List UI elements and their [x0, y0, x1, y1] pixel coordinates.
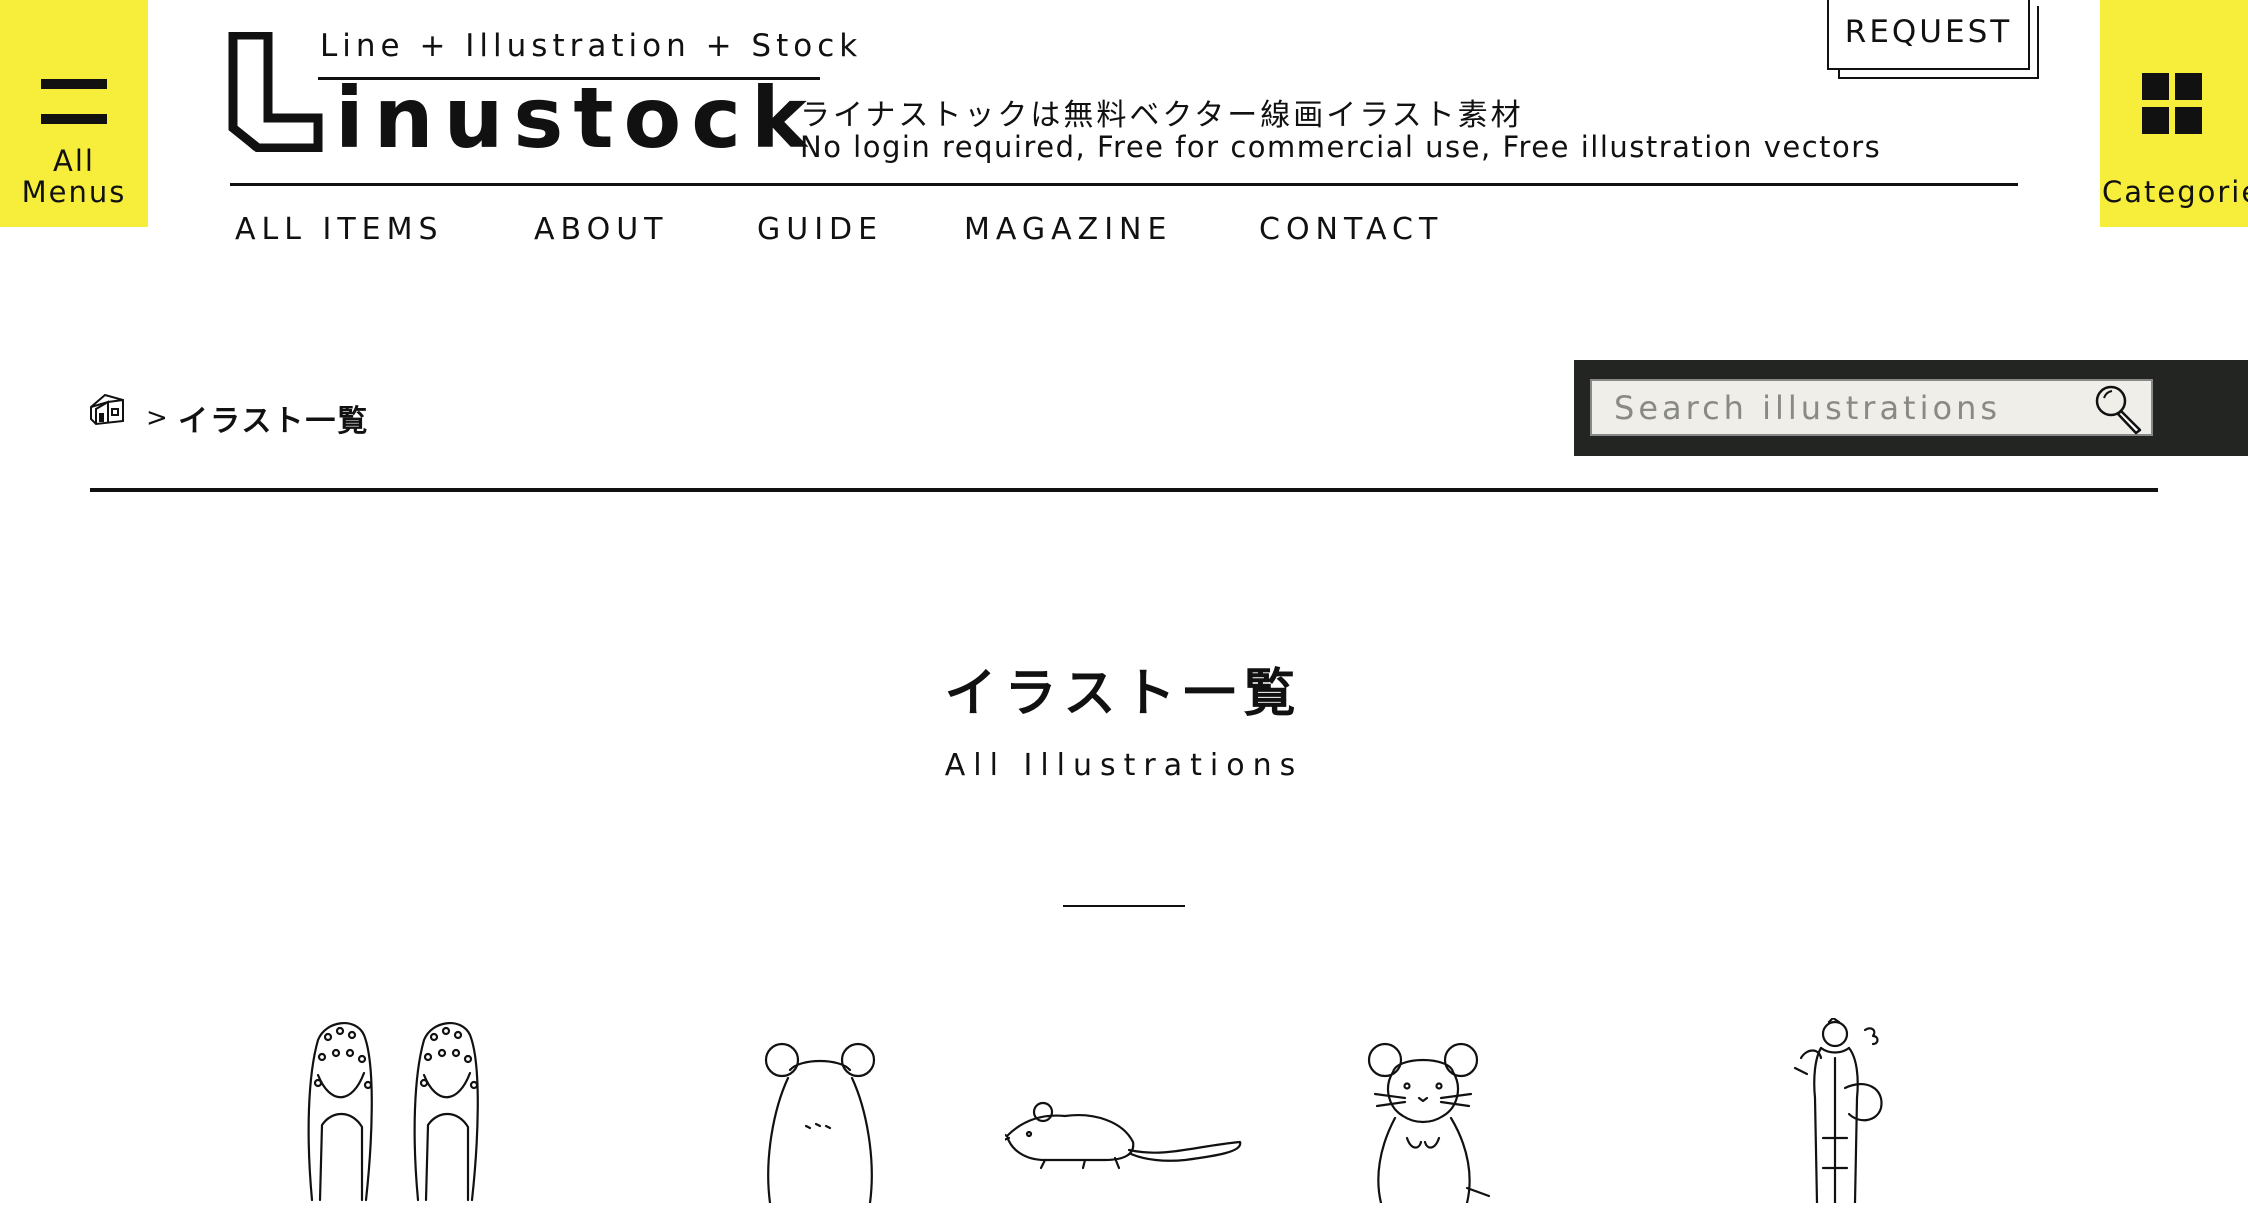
nav-about[interactable]: ABOUT — [534, 212, 668, 247]
menu-label-all: All — [53, 144, 95, 178]
menu-icon-bar-top — [41, 79, 107, 89]
logo-wordmark[interactable]: inustock — [335, 68, 817, 168]
illustration-item[interactable] — [997, 1098, 1245, 1182]
home-icon — [90, 393, 124, 426]
breadcrumb-home[interactable] — [88, 391, 126, 427]
request-button[interactable]: REQUEST — [1827, 0, 2030, 70]
menu-label-menus: Menus — [21, 175, 127, 209]
mouse-back-illustration — [764, 1042, 876, 1205]
content-divider — [90, 488, 2158, 492]
illustration-item[interactable] — [1365, 1038, 1495, 1207]
categories-button[interactable]: Categories — [2100, 0, 2248, 227]
sandals-illustration — [307, 1021, 479, 1202]
nav-magazine[interactable]: MAGAZINE — [964, 212, 1172, 247]
categories-label: Categories — [2102, 175, 2248, 209]
mouse-side-illustration — [997, 1101, 1242, 1170]
site-description-en: No login required, Free for commercial u… — [800, 130, 1882, 164]
page-subtitle: All Illustrations — [944, 748, 1304, 783]
search-panel — [1574, 360, 2248, 456]
search-input[interactable] — [1590, 379, 2153, 436]
mouse-front-illustration — [1367, 1042, 1491, 1205]
header-divider — [230, 183, 2018, 186]
woman-coat-illustration — [1793, 1016, 1883, 1205]
breadcrumb-current: イラスト一覧 — [178, 404, 370, 439]
logo-tagline: Line + Illustration + Stock — [320, 28, 863, 64]
search-icon — [2095, 385, 2142, 435]
illustration-item[interactable] — [760, 1038, 880, 1207]
logo-mark[interactable] — [228, 30, 328, 153]
menu-icon-bar-bottom — [41, 114, 107, 124]
breadcrumb-separator: > — [146, 403, 168, 433]
nav-contact[interactable]: CONTACT — [1259, 212, 1443, 247]
site-description-jp: ライナストックは無料ベクター線画イラスト素材 — [800, 98, 1524, 133]
nav-all-items[interactable]: ALL ITEMS — [235, 212, 444, 247]
illustration-item[interactable] — [300, 1015, 520, 1209]
all-menus-button[interactable]: All Menus — [0, 0, 148, 227]
logo-l-icon — [228, 30, 323, 153]
search-button[interactable] — [2092, 382, 2146, 436]
nav-guide[interactable]: GUIDE — [757, 212, 883, 247]
title-underline — [1063, 905, 1185, 907]
page-title: イラスト一覧 — [944, 664, 1304, 724]
illustration-item[interactable] — [1785, 1016, 1895, 1207]
